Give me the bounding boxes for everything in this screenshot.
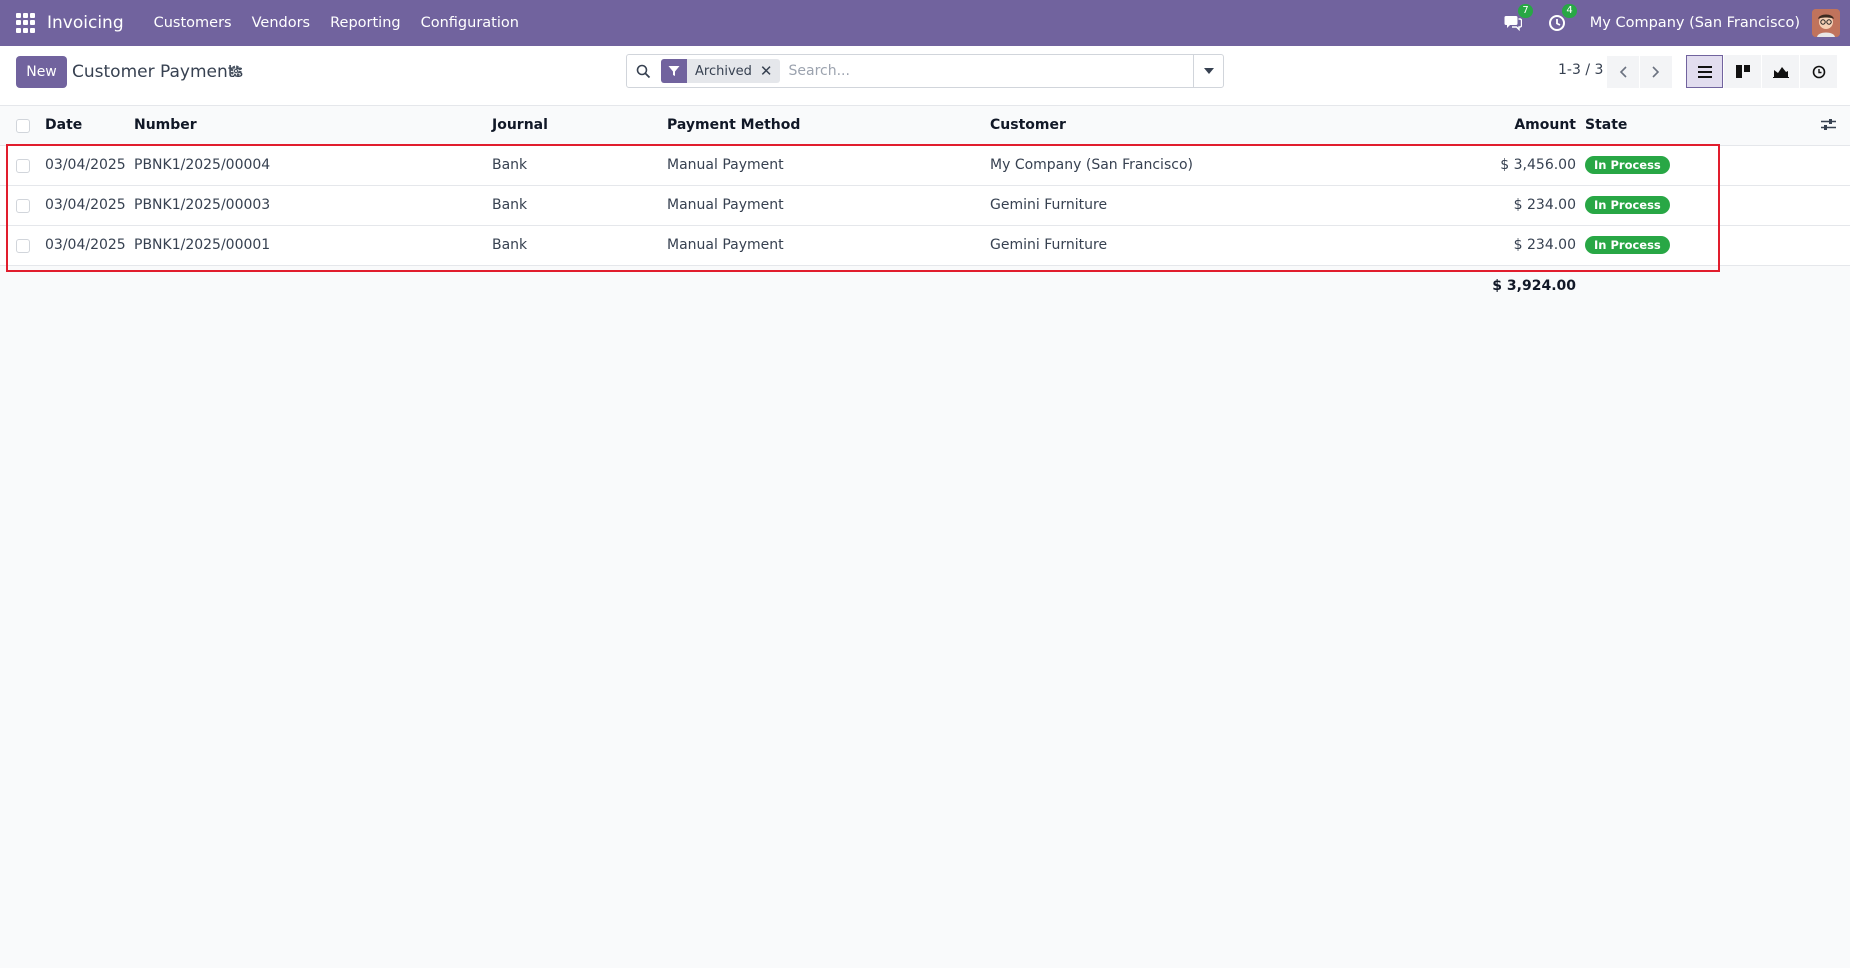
facet-label: Archived: [695, 63, 752, 79]
pager-value[interactable]: 1-3 / 3: [1558, 62, 1603, 78]
messages-icon[interactable]: 7: [1502, 4, 1533, 34]
cell-amount: $ 3,456.00: [1500, 157, 1576, 173]
messages-counter: 7: [1518, 4, 1533, 18]
row-checkbox[interactable]: [16, 159, 30, 173]
cell-date: 03/04/2025: [45, 237, 126, 253]
clock-icon: [1812, 65, 1825, 78]
cell-journal: Bank: [492, 157, 528, 173]
cell-customer: Gemini Furniture: [990, 237, 1108, 253]
systray: 7 4 My Company (San Francisco): [1502, 0, 1850, 46]
table-row[interactable]: 03/04/2025 PBNK1/2025/00004 Bank Manual …: [0, 146, 1850, 186]
kanban-view-button[interactable]: [1724, 55, 1761, 88]
header-date[interactable]: Date: [45, 117, 82, 133]
row-checkbox[interactable]: [16, 239, 30, 253]
pager-previous-button[interactable]: [1607, 56, 1639, 88]
view-switcher: [1686, 55, 1838, 88]
table-row[interactable]: 03/04/2025 PBNK1/2025/00001 Bank Manual …: [0, 226, 1850, 266]
header-customer[interactable]: Customer: [990, 117, 1066, 133]
search-facet-archived: Archived ✕: [661, 59, 781, 83]
activities-clock-icon[interactable]: 4: [1546, 4, 1577, 34]
cell-payment-method: Manual Payment: [667, 157, 784, 173]
cell-customer: My Company (San Francisco): [990, 157, 1193, 173]
cell-journal: Bank: [492, 237, 528, 253]
cell-journal: Bank: [492, 197, 528, 213]
payments-list: Date Number Journal Payment Method Custo…: [0, 106, 1850, 294]
chevron-right-icon: [1652, 66, 1660, 78]
menu-customers[interactable]: Customers: [144, 15, 242, 31]
page-title: Customer Payments: [72, 62, 244, 82]
header-number[interactable]: Number: [134, 117, 197, 133]
header-amount[interactable]: Amount: [1460, 117, 1576, 133]
select-all-checkbox[interactable]: [16, 119, 30, 133]
filter-icon: [661, 59, 687, 83]
cell-number: PBNK1/2025/00004: [134, 157, 271, 173]
header-journal[interactable]: Journal: [492, 117, 548, 133]
status-badge: In Process: [1585, 156, 1670, 174]
table-row[interactable]: 03/04/2025 PBNK1/2025/00003 Bank Manual …: [0, 186, 1850, 226]
status-badge: In Process: [1585, 196, 1670, 214]
chevron-down-icon[interactable]: [1193, 55, 1223, 87]
optional-columns-icon[interactable]: [1821, 118, 1836, 135]
cell-date: 03/04/2025: [45, 157, 126, 173]
graph-view-button[interactable]: [1762, 55, 1799, 88]
kanban-icon: [1735, 65, 1750, 78]
cell-amount: $ 234.00: [1513, 197, 1576, 213]
search-icon[interactable]: [627, 55, 659, 87]
header-state[interactable]: State: [1585, 117, 1627, 133]
cell-customer: Gemini Furniture: [990, 197, 1108, 213]
row-checkbox[interactable]: [16, 199, 30, 213]
cell-payment-method: Manual Payment: [667, 197, 784, 213]
chevron-left-icon: [1619, 66, 1627, 78]
table-header: Date Number Journal Payment Method Custo…: [0, 106, 1850, 146]
gear-icon[interactable]: [229, 64, 245, 80]
company-switcher[interactable]: My Company (San Francisco): [1590, 15, 1800, 31]
menu-vendors[interactable]: Vendors: [242, 15, 321, 31]
search-input[interactable]: [780, 56, 1193, 86]
user-avatar[interactable]: [1812, 9, 1840, 37]
header-payment-method[interactable]: Payment Method: [667, 117, 800, 133]
cell-amount: $ 234.00: [1513, 237, 1576, 253]
search-bar: Archived ✕: [626, 54, 1224, 88]
pager-next-button[interactable]: [1640, 56, 1672, 88]
cell-date: 03/04/2025: [45, 197, 126, 213]
activities-counter: 4: [1562, 4, 1577, 18]
menu-reporting[interactable]: Reporting: [320, 15, 411, 31]
cell-number: PBNK1/2025/00001: [134, 237, 271, 253]
cell-payment-method: Manual Payment: [667, 237, 784, 253]
app-name[interactable]: Invoicing: [47, 13, 124, 33]
menu-configuration[interactable]: Configuration: [411, 15, 529, 31]
amount-total: $ 3,924.00: [1492, 278, 1576, 294]
apps-grid-icon[interactable]: [16, 13, 36, 33]
control-panel: New Customer Payments Archived ✕ 1-3 / 3: [0, 46, 1850, 106]
top-navbar: Invoicing Customers Vendors Reporting Co…: [0, 0, 1850, 46]
activity-view-button[interactable]: [1800, 55, 1837, 88]
status-badge: In Process: [1585, 236, 1670, 254]
list-icon: [1697, 65, 1712, 78]
close-icon[interactable]: ✕: [760, 62, 781, 80]
new-button[interactable]: New: [16, 56, 67, 88]
cell-number: PBNK1/2025/00003: [134, 197, 271, 213]
area-chart-icon: [1772, 66, 1789, 78]
list-view-button[interactable]: [1686, 55, 1723, 88]
